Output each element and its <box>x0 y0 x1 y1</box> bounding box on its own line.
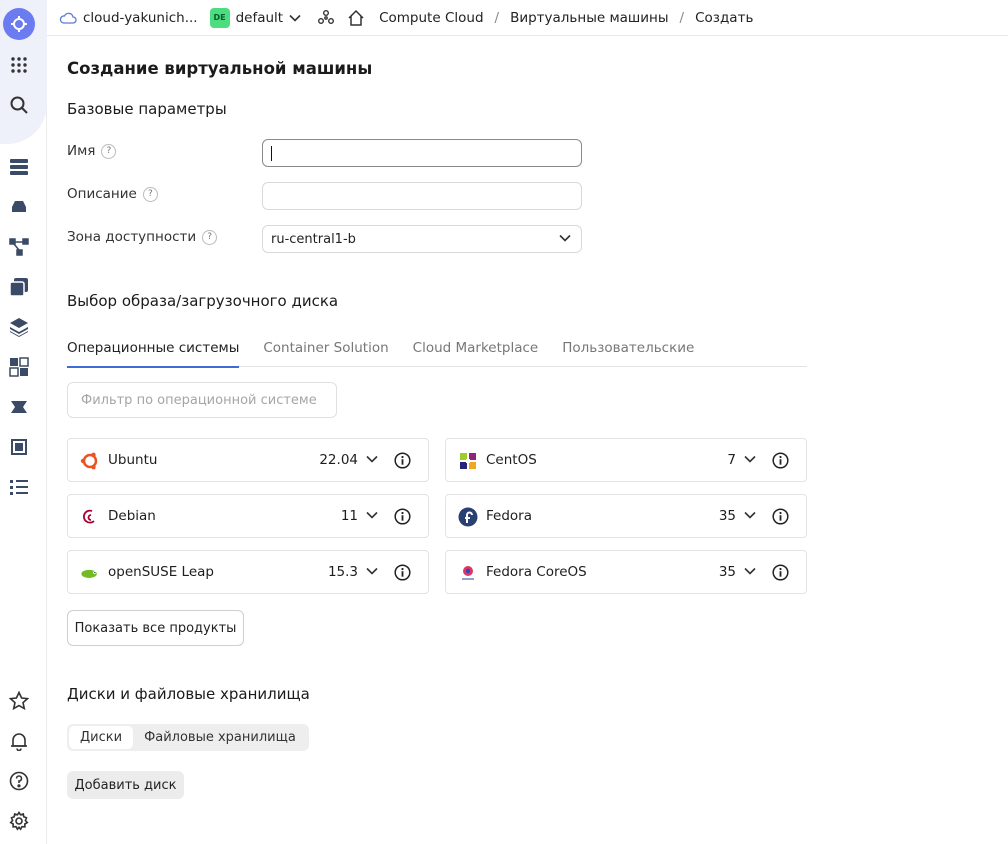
star-icon[interactable] <box>8 690 30 712</box>
services-grid-icon[interactable] <box>8 54 30 76</box>
description-label-text: Описание <box>67 186 137 202</box>
breadcrumb-compute-cloud[interactable]: Compute Cloud <box>379 10 483 26</box>
os-card-ubuntu[interactable]: Ubuntu 22.04 <box>67 438 429 482</box>
text-cursor <box>271 145 272 161</box>
info-icon[interactable] <box>772 452 789 469</box>
info-icon[interactable] <box>394 564 411 581</box>
os-version[interactable]: 22.04 <box>319 452 358 468</box>
info-icon[interactable] <box>394 452 411 469</box>
opensuse-logo-icon <box>80 563 100 583</box>
folder-selector[interactable]: default <box>236 10 302 26</box>
home-icon[interactable] <box>347 9 365 27</box>
info-icon[interactable] <box>772 564 789 581</box>
show-all-products-button[interactable]: Показать все продукты <box>67 610 244 646</box>
fedora-logo-icon <box>458 507 478 527</box>
chevron-down-icon[interactable] <box>744 455 756 463</box>
os-version[interactable]: 15.3 <box>328 564 358 580</box>
layers-icon[interactable] <box>8 316 30 338</box>
tab-container-solution[interactable]: Container Solution <box>263 336 388 367</box>
cloud-name: cloud-yakunich... <box>83 9 198 26</box>
chevron-down-icon[interactable] <box>744 567 756 575</box>
centos-logo-icon <box>458 451 478 471</box>
image-tabs: Операционные системы Container Solution … <box>67 336 807 368</box>
help-icon[interactable]: ? <box>202 229 218 245</box>
os-name: Fedora CoreOS <box>486 564 587 580</box>
zone-label-text: Зона доступности <box>67 229 197 245</box>
servers-icon[interactable] <box>8 156 30 178</box>
description-label: Описание ? <box>67 186 158 202</box>
gpu-clusters-icon[interactable] <box>8 436 30 458</box>
chevron-down-icon[interactable] <box>366 567 378 575</box>
zone-label: Зона доступности ? <box>67 229 218 245</box>
basic-params-title: Базовые параметры <box>67 100 227 118</box>
yandex-cloud-logo-icon[interactable] <box>3 8 35 40</box>
info-icon[interactable] <box>772 508 789 525</box>
folder-name: default <box>235 9 284 26</box>
disks-section-title: Диски и файловые хранилища <box>67 685 310 703</box>
chevron-down-icon[interactable] <box>366 455 378 463</box>
info-icon[interactable] <box>394 508 411 525</box>
services-graph-icon[interactable] <box>317 9 335 27</box>
search-icon[interactable] <box>8 94 30 116</box>
operations-icon[interactable] <box>8 476 30 498</box>
breadcrumb-separator: / <box>494 9 500 26</box>
os-version[interactable]: 35 <box>719 564 736 580</box>
help-icon[interactable] <box>8 770 30 792</box>
name-input[interactable] <box>262 139 582 167</box>
breadcrumb: Compute Cloud / Виртуальные машины / Соз… <box>379 10 753 26</box>
os-name: Ubuntu <box>108 452 158 468</box>
network-icon[interactable] <box>8 236 30 258</box>
os-version[interactable]: 7 <box>727 452 736 468</box>
breadcrumb-virtual-machines[interactable]: Виртуальные машины <box>510 10 668 26</box>
bell-icon[interactable] <box>8 730 30 752</box>
name-label-text: Имя <box>67 143 96 159</box>
tab-operating-systems[interactable]: Операционные системы <box>67 336 240 368</box>
snapshots-icon[interactable] <box>8 276 30 298</box>
segment-disks[interactable]: Диски <box>69 726 134 749</box>
tab-custom[interactable]: Пользовательские <box>562 336 694 367</box>
ubuntu-logo-icon <box>80 451 100 471</box>
left-rail <box>0 0 47 844</box>
os-card-fedora-coreos[interactable]: Fedora CoreOS 35 <box>445 550 807 594</box>
os-card-debian[interactable]: Debian 11 <box>67 494 429 538</box>
os-filter-input[interactable] <box>67 382 337 418</box>
help-icon[interactable]: ? <box>142 186 158 202</box>
zone-select[interactable]: ru-central1-b <box>262 225 582 253</box>
instance-groups-icon[interactable] <box>8 396 30 418</box>
os-card-fedora[interactable]: Fedora 35 <box>445 494 807 538</box>
breadcrumb-create: Создать <box>695 9 754 26</box>
tab-cloud-marketplace[interactable]: Cloud Marketplace <box>413 336 539 367</box>
chevron-down-icon[interactable] <box>366 511 378 519</box>
chevron-down-icon <box>559 234 571 242</box>
description-input[interactable] <box>262 182 582 210</box>
settings-gear-icon[interactable] <box>8 810 30 832</box>
disk-icon[interactable] <box>8 196 30 218</box>
os-card-centos[interactable]: CentOS 7 <box>445 438 807 482</box>
help-icon[interactable]: ? <box>101 143 117 159</box>
top-bar: cloud-yakunich... DE default Compute Clo… <box>47 0 1008 36</box>
zone-select-value: ru-central1-b <box>271 231 356 247</box>
chevron-down-icon[interactable] <box>744 511 756 519</box>
os-version[interactable]: 11 <box>341 508 358 524</box>
page-title: Создание виртуальной машины <box>67 59 373 78</box>
chevron-down-icon <box>289 14 301 22</box>
disks-segmented-control: Диски Файловые хранилища <box>67 724 309 751</box>
debian-logo-icon <box>80 507 100 527</box>
image-section-title: Выбор образа/загрузочного диска <box>67 292 339 310</box>
cloud-icon <box>59 12 77 24</box>
name-label: Имя ? <box>67 143 117 159</box>
cloud-selector[interactable]: cloud-yakunich... <box>59 10 198 26</box>
os-card-opensuse[interactable]: openSUSE Leap 15.3 <box>67 550 429 594</box>
add-disk-button[interactable]: Добавить диск <box>67 771 184 799</box>
os-name: CentOS <box>486 452 537 468</box>
segment-file-storages[interactable]: Файловые хранилища <box>133 726 307 749</box>
os-name: Debian <box>108 508 156 524</box>
placement-groups-icon[interactable] <box>8 356 30 378</box>
os-name: openSUSE Leap <box>108 564 214 580</box>
fedora-coreos-logo-icon <box>458 563 478 583</box>
breadcrumb-separator: / <box>679 9 685 26</box>
os-name: Fedora <box>486 508 532 524</box>
folder-badge: DE <box>209 7 230 28</box>
os-version[interactable]: 35 <box>719 508 736 524</box>
